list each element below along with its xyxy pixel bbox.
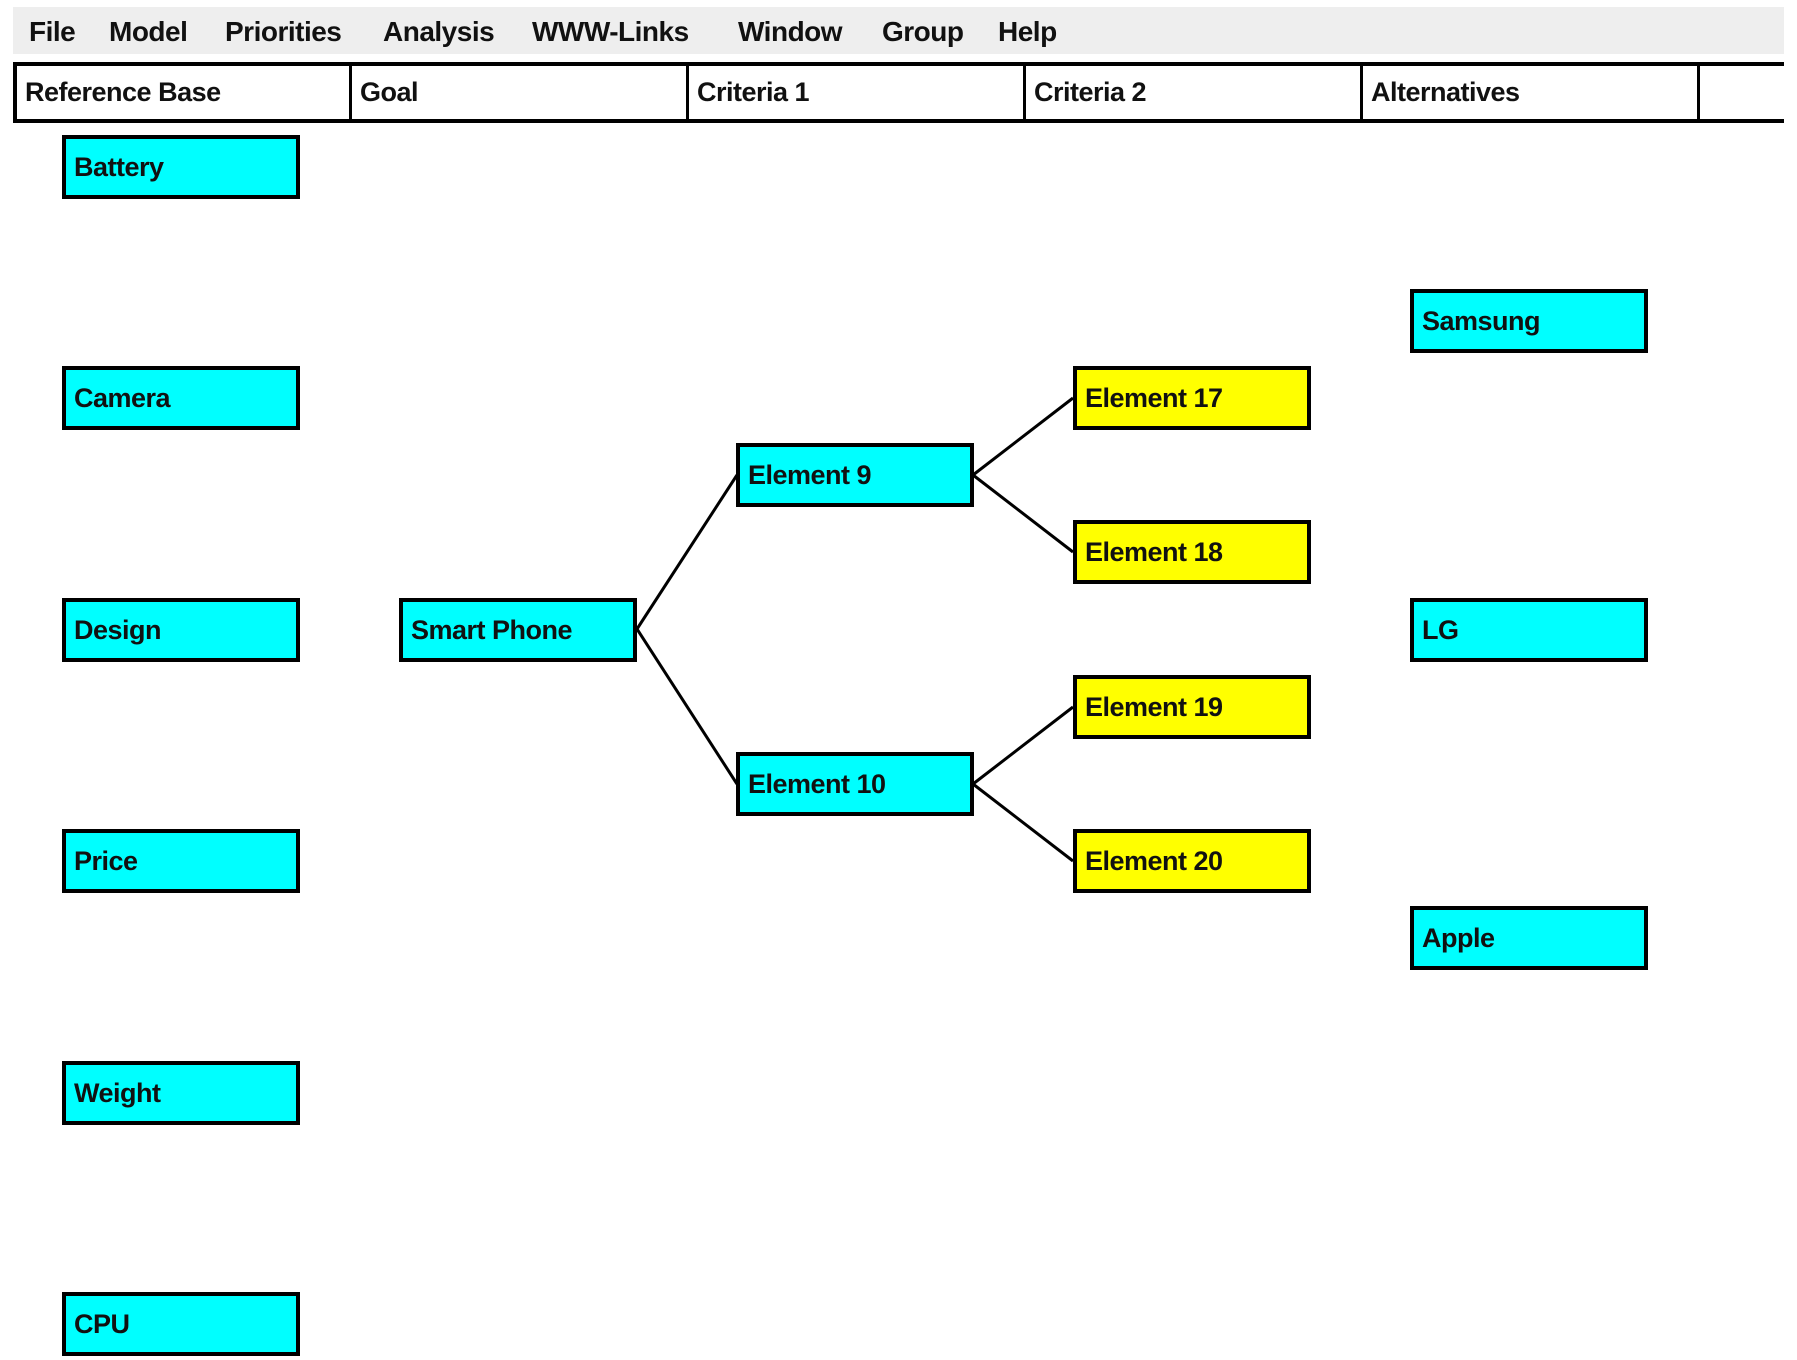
node-cpu[interactable]: CPU — [62, 1292, 300, 1356]
node-element-17[interactable]: Element 17 — [1073, 366, 1311, 430]
node-price[interactable]: Price — [62, 829, 300, 893]
node-design[interactable]: Design — [62, 598, 300, 662]
node-battery[interactable]: Battery — [62, 135, 300, 199]
node-element-9[interactable]: Element 9 — [736, 443, 974, 507]
node-camera[interactable]: Camera — [62, 366, 300, 430]
link-element-9-element-17 — [972, 396, 1074, 477]
link-element-10-element-20 — [972, 782, 1074, 863]
link-goal-element-9 — [635, 474, 739, 630]
node-element-18[interactable]: Element 18 — [1073, 520, 1311, 584]
link-element-9-element-18 — [972, 473, 1074, 554]
link-goal-element-10 — [635, 628, 739, 785]
node-samsung[interactable]: Samsung — [1410, 289, 1648, 353]
link-element-10-element-19 — [972, 705, 1074, 786]
node-element-20[interactable]: Element 20 — [1073, 829, 1311, 893]
hierarchy-links — [635, 396, 1074, 863]
node-element-19[interactable]: Element 19 — [1073, 675, 1311, 739]
node-weight[interactable]: Weight — [62, 1061, 300, 1125]
node-lg[interactable]: LG — [1410, 598, 1648, 662]
node-goal-smart-phone[interactable]: Smart Phone — [399, 598, 637, 662]
node-apple[interactable]: Apple — [1410, 906, 1648, 970]
node-element-10[interactable]: Element 10 — [736, 752, 974, 816]
